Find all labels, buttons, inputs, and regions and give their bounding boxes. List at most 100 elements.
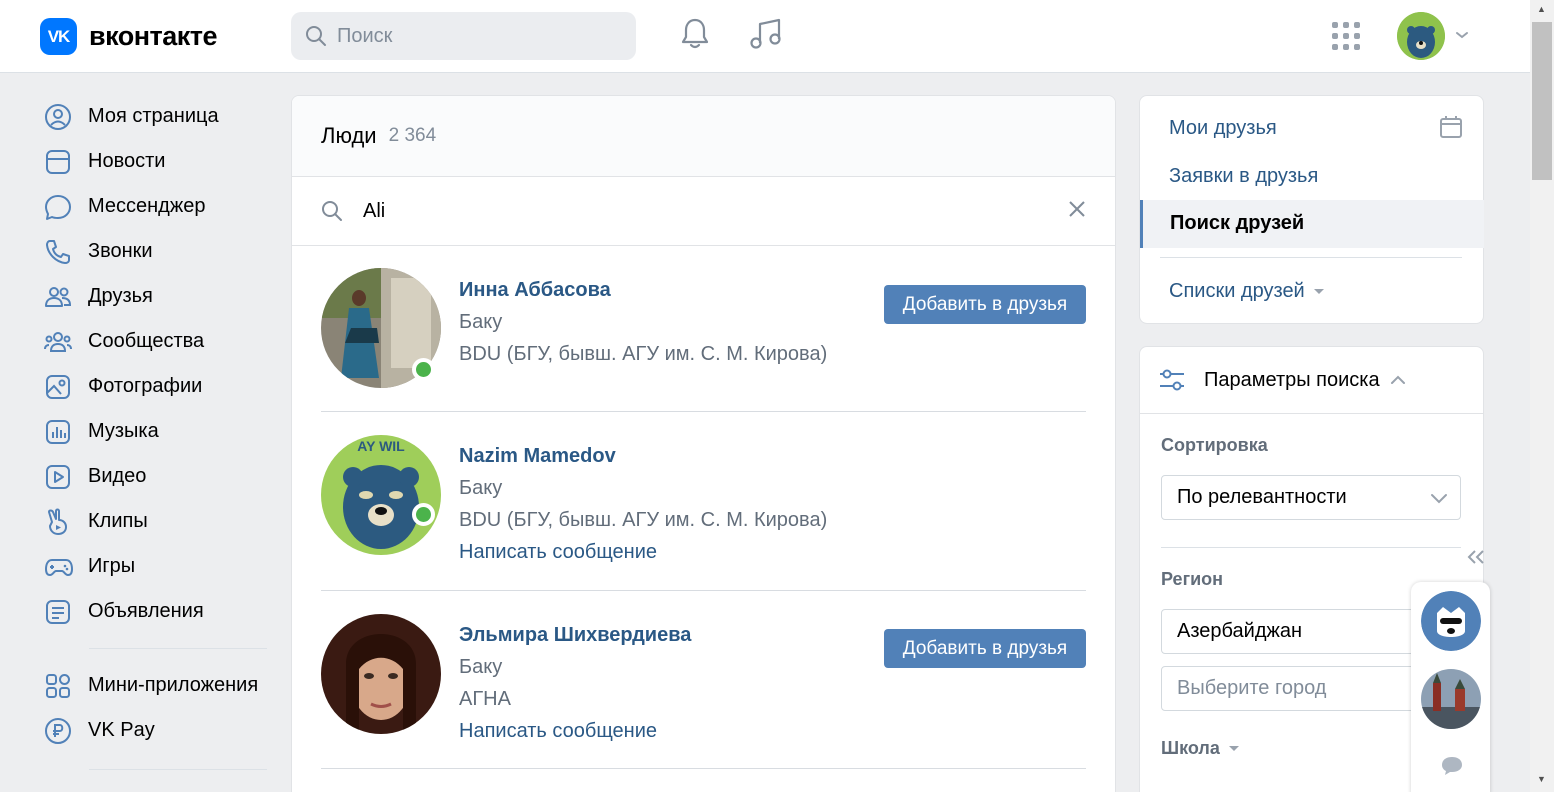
caret-down-icon <box>1313 288 1324 294</box>
write-message-link[interactable]: Написать сообщение <box>459 720 691 743</box>
person-city: Баку <box>459 477 503 499</box>
person-avatar[interactable]: AY WIL <box>321 435 441 555</box>
clear-icon[interactable] <box>1067 199 1087 219</box>
chevron-down-icon[interactable] <box>1455 30 1469 40</box>
nav-item-messenger[interactable]: Мессенджер <box>40 184 270 229</box>
nav-item-mini-apps[interactable]: Мини-приложения <box>40 663 270 708</box>
page-scrollbar[interactable]: ▲ ▼ <box>1530 0 1554 792</box>
nav-label: Звонки <box>88 240 153 262</box>
add-friend-button[interactable]: Добавить в друзья <box>884 629 1086 668</box>
people-search-panel: Люди 2 364 Инна Аббасова Баку BDU (БГУ, … <box>291 95 1116 792</box>
person-city: Баку <box>459 656 503 678</box>
nav-label: Мессенджер <box>88 195 206 217</box>
person-info: Эльмира Шихвердиева Баку АГНА Написать с… <box>459 624 691 743</box>
scroll-up-arrow[interactable]: ▲ <box>1537 4 1546 14</box>
sort-select[interactable]: По релевантности <box>1161 475 1461 520</box>
person-name[interactable]: Эльмира Шихвердиева <box>459 624 691 647</box>
music-icon <box>46 419 70 444</box>
people-search-row[interactable] <box>292 177 1115 246</box>
nav-item-my-page[interactable]: Моя страница <box>40 94 270 139</box>
nav-item-communities[interactable]: Сообщества <box>40 319 270 364</box>
menu-friend-search[interactable]: Поиск друзей <box>1140 200 1484 248</box>
menu-friend-lists[interactable]: Списки друзей <box>1169 280 1325 303</box>
communities-icon <box>44 331 72 352</box>
person-row: AY WIL Nazim Mamedov Баку BDU (БГУ, бывш… <box>321 412 1086 591</box>
apps-icon <box>46 673 70 698</box>
results-count: 2 364 <box>388 125 437 146</box>
top-header: VK вконтакте <box>0 0 1530 73</box>
person-photo <box>321 614 441 734</box>
nav-item-vk-pay[interactable]: VK Pay <box>40 708 270 753</box>
filter-sliders-icon <box>1160 369 1184 391</box>
person-info: Инна Аббасова Баку BDU (БГУ, бывш. АГУ и… <box>459 279 827 366</box>
header-search-input[interactable] <box>337 24 617 48</box>
search-params-title: Параметры поиска <box>1204 368 1380 391</box>
people-search-input[interactable] <box>363 199 628 223</box>
person-city: Баку <box>459 311 503 333</box>
person-info: Nazim Mamedov Баку BDU (БГУ, бывш. АГУ и… <box>459 445 827 564</box>
chat-avatar-vk[interactable] <box>1421 591 1481 651</box>
nav-divider <box>89 648 267 649</box>
scroll-down-arrow[interactable]: ▼ <box>1537 774 1546 784</box>
gamepad-icon <box>45 558 73 576</box>
clips-icon <box>48 508 67 535</box>
nav-item-video[interactable]: Видео <box>40 454 270 499</box>
caret-down-icon <box>1228 745 1239 751</box>
user-circle-icon <box>45 103 71 130</box>
search-icon <box>306 26 326 46</box>
profile-avatar[interactable] <box>1397 12 1445 60</box>
apps-grid-icon[interactable] <box>1331 21 1361 51</box>
search-params-header[interactable]: Параметры поиска <box>1140 347 1483 414</box>
chat-bubble-icon[interactable] <box>1441 756 1463 776</box>
add-friend-button[interactable]: Добавить в друзья <box>884 285 1086 324</box>
school-filter[interactable]: Школа <box>1161 738 1240 759</box>
friends-icon <box>45 286 72 307</box>
calendar-icon[interactable] <box>1439 115 1463 139</box>
nav-item-photos[interactable]: Фотографии <box>40 364 270 409</box>
nav-item-calls[interactable]: Звонки <box>40 229 270 274</box>
music-note-icon[interactable] <box>750 17 782 51</box>
nav-label: Мини-приложения <box>88 674 259 696</box>
chat-avatar-user[interactable] <box>1421 669 1481 729</box>
menu-friend-search-label: Поиск друзей <box>1170 212 1305 234</box>
menu-friend-requests[interactable]: Заявки в друзья <box>1169 165 1318 188</box>
nav-label: Видео <box>88 465 147 487</box>
scrollbar-thumb[interactable] <box>1532 22 1552 180</box>
friends-menu: Мои друзья Заявки в друзья Поиск друзей … <box>1139 95 1484 324</box>
collapse-chats-icon[interactable] <box>1465 548 1487 566</box>
menu-divider <box>1160 257 1462 258</box>
nav-label: Моя страница <box>88 105 219 127</box>
person-name[interactable]: Инна Аббасова <box>459 279 827 302</box>
nav-label: Музыка <box>88 420 159 442</box>
vk-logo[interactable]: VK вконтакте <box>40 18 218 55</box>
online-indicator <box>412 358 435 381</box>
kremlin-photo <box>1421 669 1481 729</box>
online-indicator <box>412 503 435 526</box>
vk-mascot-image <box>1421 591 1481 651</box>
menu-friend-lists-label: Списки друзей <box>1169 280 1305 302</box>
nav-item-clips[interactable]: Клипы <box>40 499 270 544</box>
ads-icon <box>46 599 70 624</box>
phone-icon <box>46 239 70 264</box>
video-icon <box>46 464 70 489</box>
left-navigation: Моя страница Новости Мессенджер Звонки Д… <box>40 94 270 784</box>
nav-item-ads[interactable]: Объявления <box>40 589 270 634</box>
nav-item-music[interactable]: Музыка <box>40 409 270 454</box>
nav-item-friends[interactable]: Друзья <box>40 274 270 319</box>
menu-my-friends[interactable]: Мои друзья <box>1169 117 1277 140</box>
bell-icon[interactable] <box>680 17 710 51</box>
person-name[interactable]: Nazim Mamedov <box>459 445 827 468</box>
person-row: Эльмира Шихвердиева Баку АГНА Написать с… <box>321 591 1086 769</box>
photo-icon <box>46 374 70 399</box>
nav-item-games[interactable]: Игры <box>40 544 270 589</box>
write-message-link[interactable]: Написать сообщение <box>459 541 827 564</box>
person-avatar[interactable] <box>321 614 441 734</box>
vk-logo-mark: VK <box>40 18 77 55</box>
region-label: Регион <box>1161 569 1223 589</box>
params-divider <box>1161 547 1461 548</box>
chat-sidebar <box>1411 582 1490 792</box>
person-education: BDU (БГУ, бывш. АГУ им. С. М. Кирова) <box>459 509 828 531</box>
header-search[interactable] <box>291 12 636 60</box>
nav-item-news[interactable]: Новости <box>40 139 270 184</box>
sort-label: Сортировка <box>1161 435 1268 455</box>
